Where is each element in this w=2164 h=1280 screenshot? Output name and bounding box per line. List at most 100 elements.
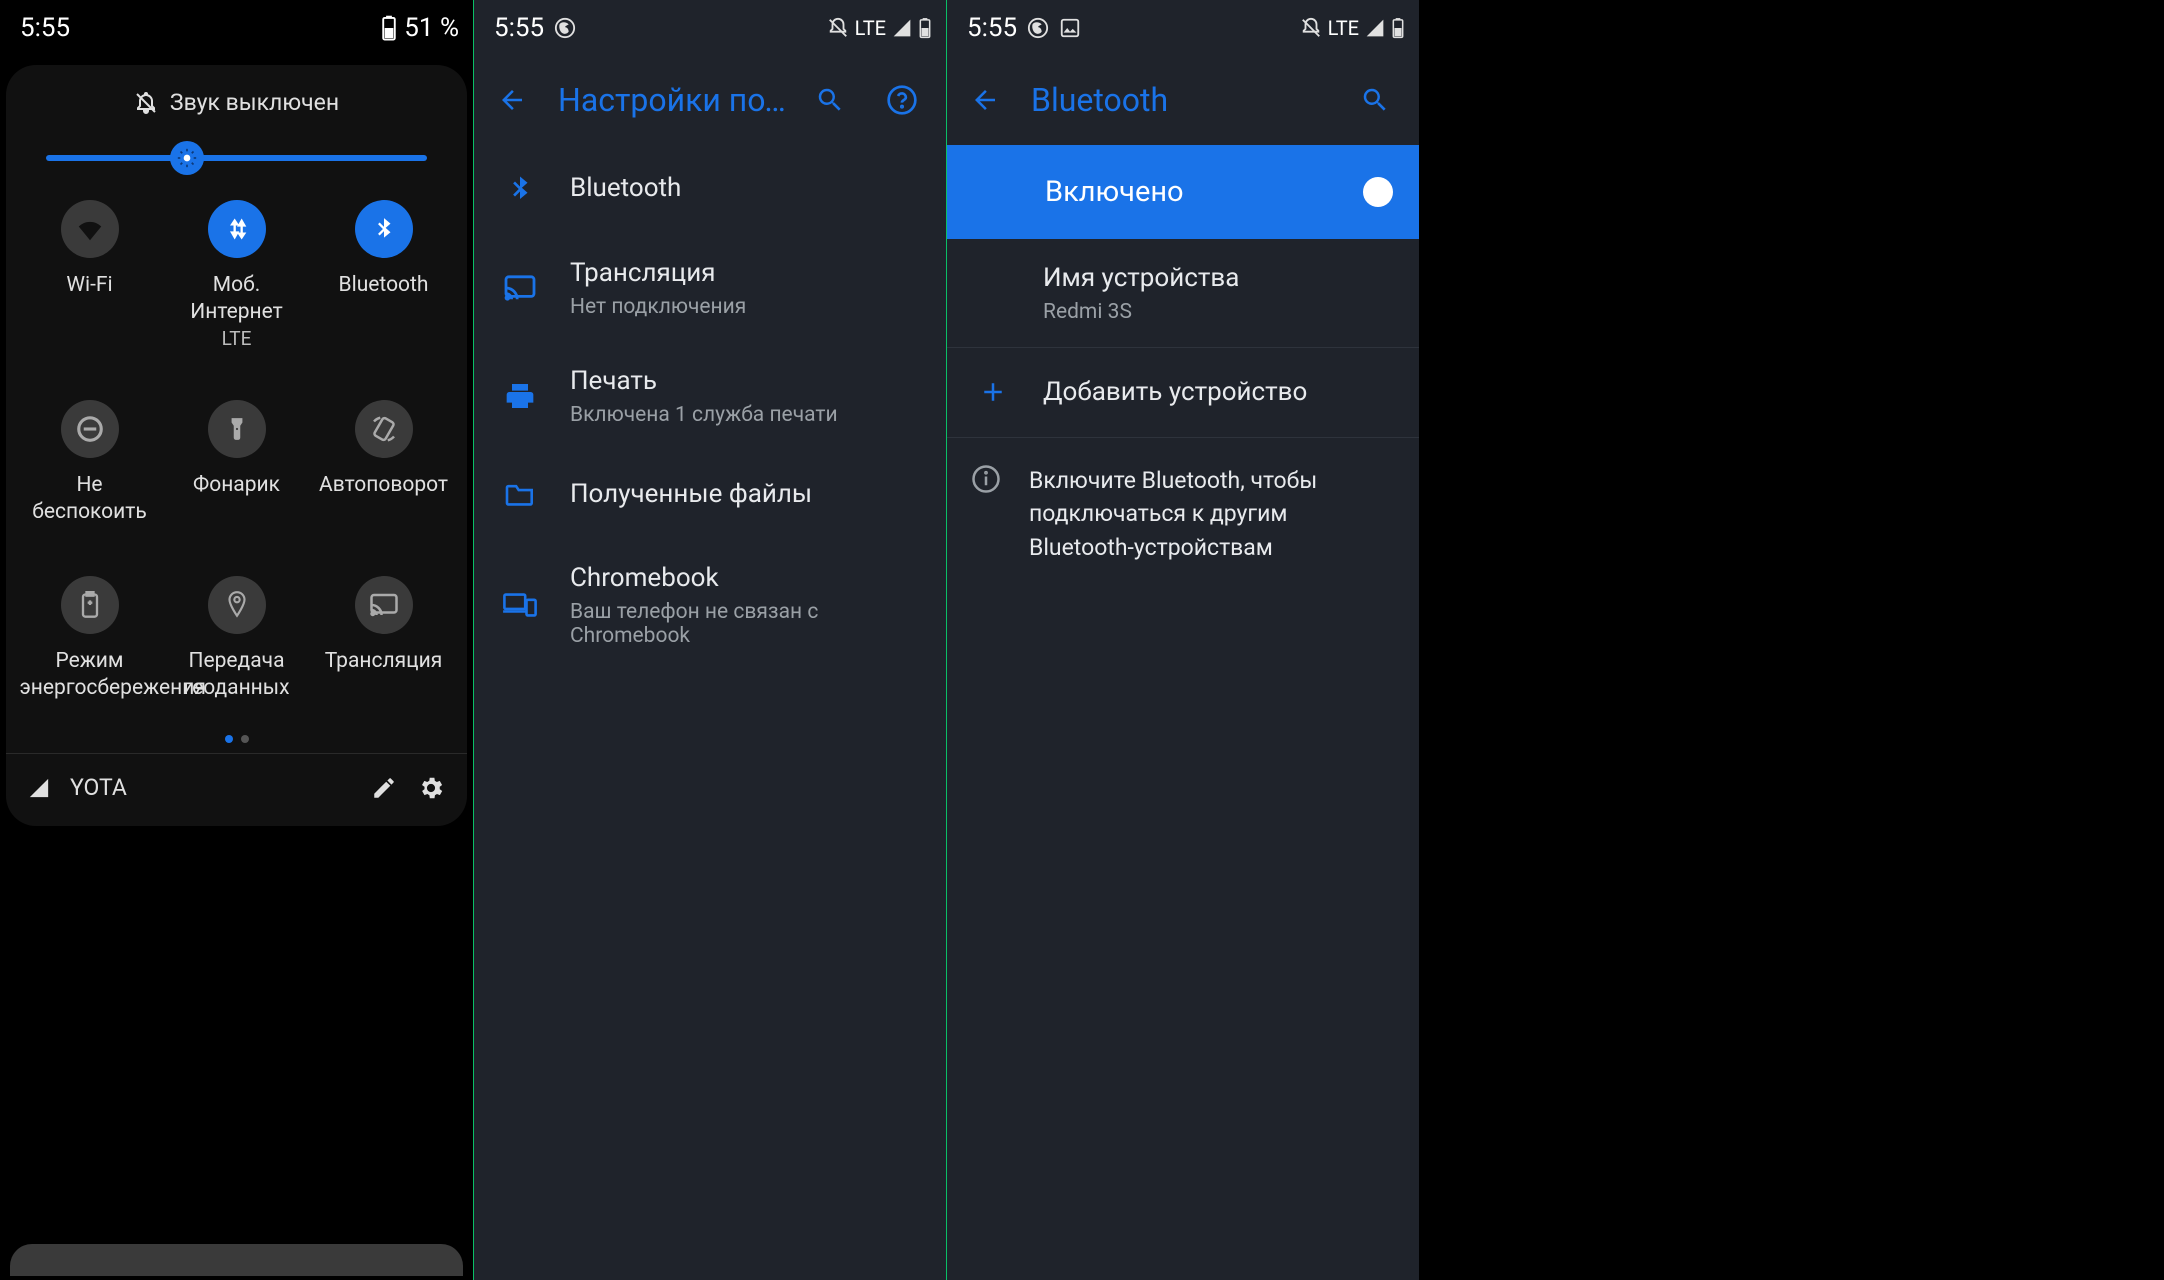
- add-device-row[interactable]: Добавить устройство: [947, 348, 1419, 437]
- device-name-row[interactable]: Имя устройства Redmi 3S: [947, 239, 1419, 347]
- plus-icon: [971, 370, 1015, 414]
- row-subtitle: Нет подключения: [570, 295, 922, 319]
- search-button[interactable]: [798, 68, 862, 132]
- tile-location[interactable]: Передача геоданных: [163, 576, 310, 703]
- settings-list: Bluetooth Трансляция Нет подключения Печать…: [474, 145, 946, 671]
- row-title: Chromebook: [570, 561, 922, 596]
- screen-bluetooth: 5:55 LTE Bluetooth: [946, 0, 1419, 1280]
- tile-cast[interactable]: Трансляция: [310, 576, 457, 703]
- tile-label: Трансляция: [325, 648, 443, 675]
- page-title: Настройки подк…: [552, 81, 790, 119]
- notification-peek[interactable]: [10, 1244, 463, 1276]
- firefox-icon: [1027, 17, 1049, 39]
- cast-icon: [355, 576, 413, 634]
- back-button[interactable]: [953, 68, 1017, 132]
- bluetooth-enabled-label: Включено: [973, 175, 1347, 209]
- bell-off-icon: [827, 17, 849, 39]
- quick-settings-grid: Wi-Fi Моб. ИнтернетLTE Bluetooth Не беспоко…: [6, 190, 467, 703]
- statusbar: 5:55 LTE: [474, 0, 946, 55]
- carrier-label: YOTA: [70, 774, 127, 801]
- device-name-title: Имя устройства: [1043, 261, 1395, 296]
- firefox-icon: [554, 17, 576, 39]
- signal-icon: [28, 777, 50, 799]
- bt-icon: [498, 167, 542, 211]
- brightness-track: [46, 155, 427, 161]
- statusbar-time: 5:55: [494, 13, 544, 43]
- cbook-icon: [498, 583, 542, 627]
- statusbar: 5:55 51 %: [0, 0, 473, 55]
- gear-icon[interactable]: [417, 774, 445, 802]
- tile-wifi[interactable]: Wi-Fi: [16, 200, 163, 350]
- network-label: LTE: [1328, 16, 1359, 40]
- brightness-slider[interactable]: [46, 136, 427, 180]
- rotate-icon: [355, 400, 413, 458]
- back-button[interactable]: [480, 68, 544, 132]
- search-button[interactable]: [1343, 68, 1407, 132]
- files-icon: [498, 472, 542, 516]
- info-icon: [971, 464, 1001, 494]
- settings-row-bt[interactable]: Bluetooth: [474, 145, 946, 234]
- bell-off-icon: [134, 91, 158, 115]
- tile-label: Режим энергосбережения: [20, 648, 160, 703]
- mobile-icon: [208, 200, 266, 258]
- quick-settings-footer: YOTA: [6, 756, 467, 820]
- wifi-icon: [61, 200, 119, 258]
- tile-label: Моб. Интернет: [167, 272, 307, 327]
- signal-icon: [1365, 18, 1385, 38]
- tile-sublabel: LTE: [167, 327, 307, 350]
- tile-dnd[interactable]: Не беспокоить: [16, 400, 163, 527]
- tile-label: Wi-Fi: [66, 272, 112, 299]
- battery-percent: 51 %: [404, 13, 459, 43]
- print-icon: [498, 374, 542, 418]
- divider: [6, 753, 467, 754]
- picture-icon: [1059, 17, 1081, 39]
- row-title: Полученные файлы: [570, 477, 922, 512]
- screen-connection-settings: 5:55 LTE Настройки подк…: [473, 0, 946, 1280]
- row-title: Трансляция: [570, 256, 922, 291]
- row-title: Bluetooth: [570, 171, 922, 206]
- cast-icon: [498, 266, 542, 310]
- sound-muted-row[interactable]: Звук выключен: [6, 83, 467, 130]
- settings-row-cast[interactable]: Трансляция Нет подключения: [474, 234, 946, 342]
- battery-icon: [380, 15, 398, 41]
- bluetooth-info-text: Включите Bluetooth, чтобы подключаться к…: [1029, 464, 1349, 564]
- appbar: Настройки подк…: [474, 55, 946, 145]
- page-indicator: [6, 703, 467, 753]
- tile-label: Фонарик: [193, 472, 280, 499]
- row-subtitle: Включена 1 служба печати: [570, 403, 922, 427]
- tile-mobile[interactable]: Моб. ИнтернетLTE: [163, 200, 310, 350]
- help-button[interactable]: [870, 68, 934, 132]
- row-title: Печать: [570, 364, 922, 399]
- sound-muted-label: Звук выключен: [170, 89, 339, 116]
- settings-row-print[interactable]: Печать Включена 1 служба печати: [474, 342, 946, 450]
- tile-bluetooth[interactable]: Bluetooth: [310, 200, 457, 350]
- bluetooth-toggle-row[interactable]: Включено: [947, 145, 1419, 239]
- page-dot[interactable]: [225, 735, 233, 743]
- tile-battsave[interactable]: Режим энергосбережения: [16, 576, 163, 703]
- statusbar-time: 5:55: [20, 13, 70, 43]
- network-label: LTE: [855, 16, 886, 40]
- statusbar-time: 5:55: [967, 13, 1017, 43]
- brightness-thumb[interactable]: [170, 141, 204, 175]
- bell-off-icon: [1300, 17, 1322, 39]
- add-device-label: Добавить устройство: [1043, 375, 1395, 410]
- dnd-icon: [61, 400, 119, 458]
- tile-label: Не беспокоить: [20, 472, 160, 527]
- screen-quick-settings: 5:55 51 % Звук выключен Wi-Fi Моб. Интерн…: [0, 0, 473, 1280]
- battsave-icon: [61, 576, 119, 634]
- settings-row-files[interactable]: Полученные файлы: [474, 450, 946, 539]
- statusbar: 5:55 LTE: [947, 0, 1419, 55]
- statusbar-right: 51 %: [380, 13, 459, 43]
- tile-torch[interactable]: Фонарик: [163, 400, 310, 527]
- battery-icon: [1391, 17, 1405, 39]
- page-dot[interactable]: [241, 735, 249, 743]
- tile-rotate[interactable]: Автоповорот: [310, 400, 457, 527]
- settings-row-cbook[interactable]: ChromebookВаш телефон не связан с Chrome…: [474, 539, 946, 671]
- edit-icon[interactable]: [371, 775, 397, 801]
- tile-label: Bluetooth: [339, 272, 429, 299]
- device-name-value: Redmi 3S: [1043, 300, 1395, 324]
- location-icon: [208, 576, 266, 634]
- appbar: Bluetooth: [947, 55, 1419, 145]
- tile-label: Передача геоданных: [167, 648, 307, 703]
- battery-icon: [918, 17, 932, 39]
